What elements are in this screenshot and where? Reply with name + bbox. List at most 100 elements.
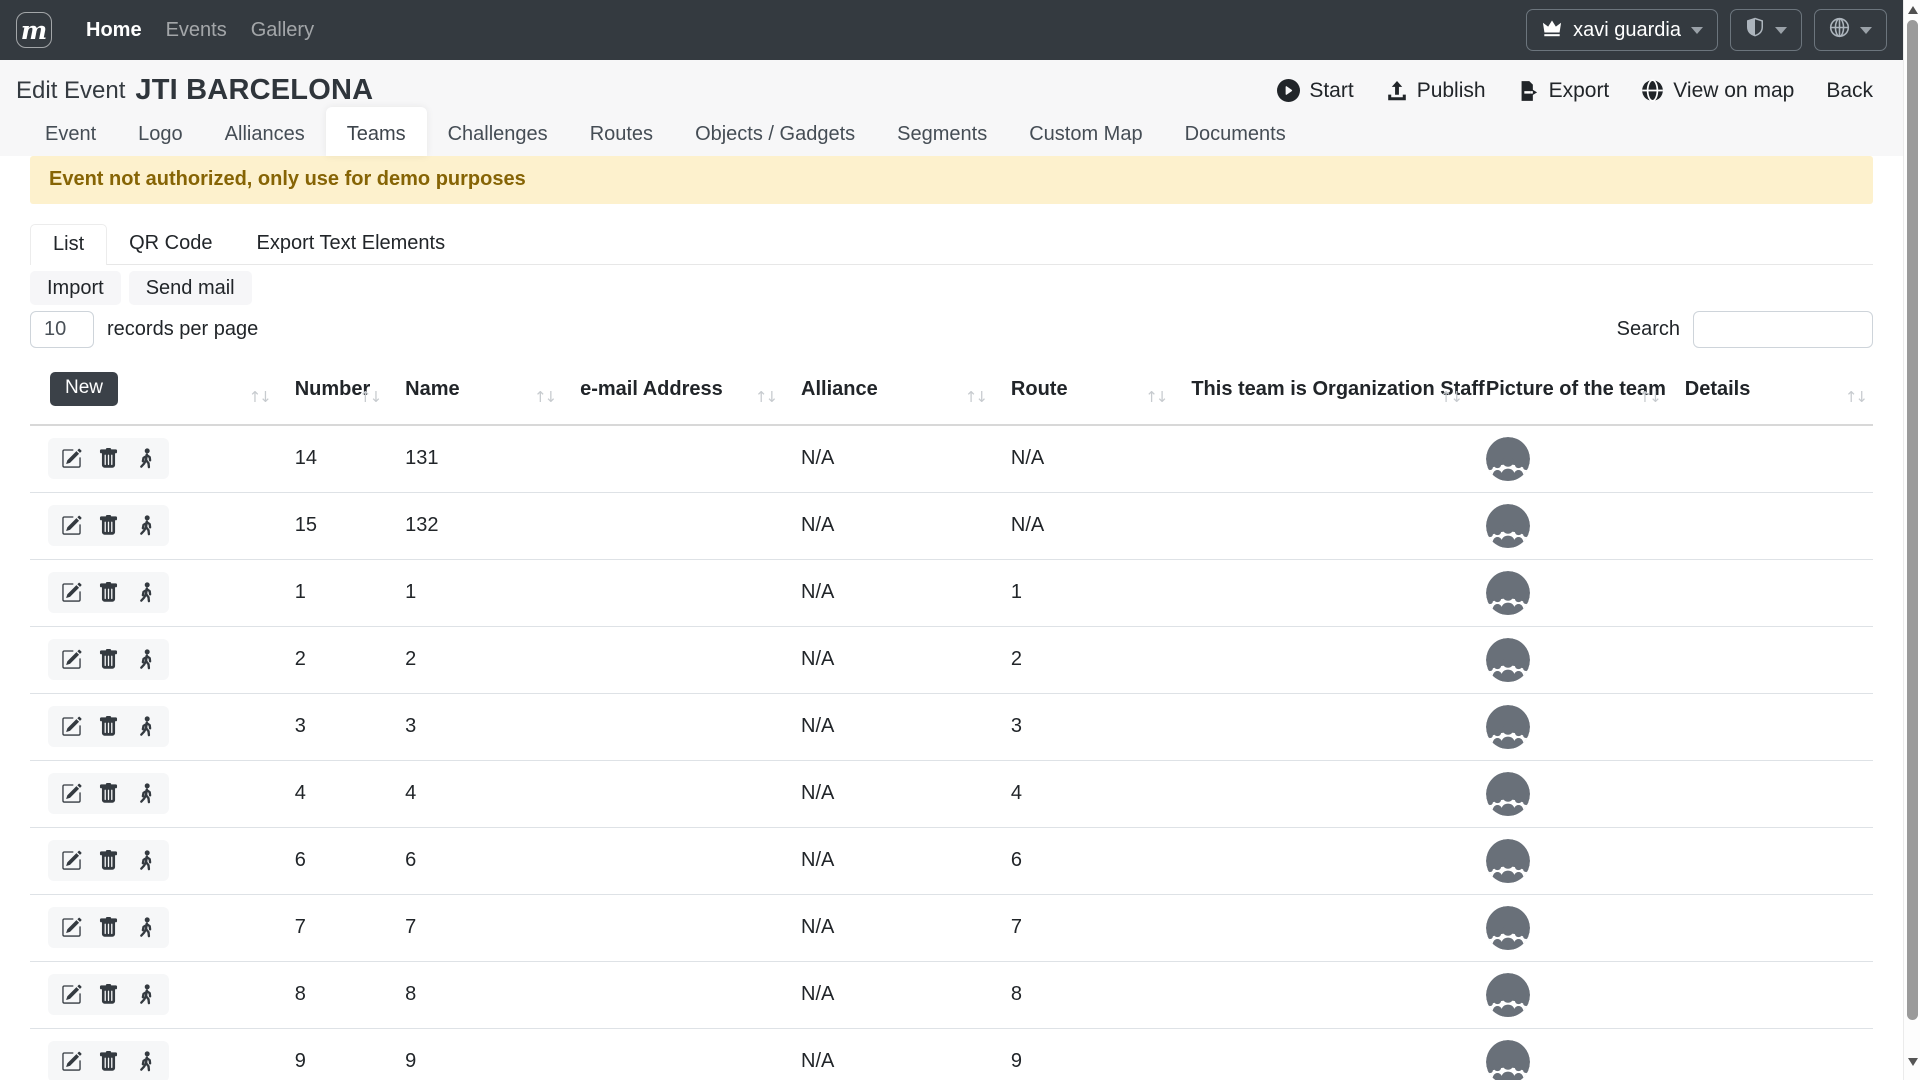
teams-subtab[interactable]: Export Text Elements <box>235 224 468 264</box>
view-on-map-button[interactable]: View on map <box>1641 79 1794 103</box>
delete-team-button[interactable] <box>98 582 119 603</box>
sort-icon[interactable]: ↑↓ <box>1845 388 1866 406</box>
publish-button[interactable]: Publish <box>1386 79 1486 103</box>
team-avatar[interactable] <box>1486 504 1659 548</box>
column-header-name[interactable]: Name↑↓ <box>387 358 562 425</box>
delete-team-button[interactable] <box>98 1051 119 1072</box>
sort-icon[interactable]: ↑↓ <box>1145 388 1166 406</box>
vertical-scrollbar[interactable] <box>1903 0 1920 1080</box>
track-team-button[interactable] <box>135 582 156 603</box>
column-header-number[interactable]: Number↑↓ <box>277 358 387 425</box>
column-header-route[interactable]: Route↑↓ <box>993 358 1173 425</box>
delete-team-button[interactable] <box>98 984 119 1005</box>
person-walking-icon <box>135 649 156 670</box>
team-avatar[interactable] <box>1486 705 1659 749</box>
delete-team-button[interactable] <box>98 783 119 804</box>
trash-icon <box>98 716 119 737</box>
sort-icon[interactable]: ↑↓ <box>359 388 380 406</box>
edit-team-button[interactable] <box>61 850 82 871</box>
teams-subtab[interactable]: List <box>30 224 107 265</box>
search-input[interactable] <box>1693 311 1873 348</box>
track-team-button[interactable] <box>135 515 156 536</box>
edit-team-button[interactable] <box>61 515 82 536</box>
team-avatar[interactable] <box>1486 906 1659 950</box>
edit-team-button[interactable] <box>61 917 82 938</box>
edit-team-button[interactable] <box>61 984 82 1005</box>
column-header-org-staff[interactable]: This team is Organization Staff↑↓ <box>1173 358 1468 425</box>
sort-icon[interactable]: ↑↓ <box>755 388 776 406</box>
track-team-button[interactable] <box>135 448 156 469</box>
event-tab[interactable]: Segments <box>876 114 1008 156</box>
cell-number: 4 <box>277 760 387 827</box>
column-header-details[interactable]: Details↑↓ <box>1667 358 1873 425</box>
event-tab[interactable]: Objects / Gadgets <box>674 114 876 156</box>
team-avatar[interactable] <box>1486 571 1659 615</box>
scroll-up-arrow-icon[interactable] <box>1908 6 1918 14</box>
column-header-alliance[interactable]: Alliance↑↓ <box>783 358 993 425</box>
track-team-button[interactable] <box>135 716 156 737</box>
app-logo[interactable]: m <box>16 12 52 48</box>
track-team-button[interactable] <box>135 1051 156 1072</box>
import-button[interactable]: Import <box>30 271 121 305</box>
nav-link-gallery[interactable]: Gallery <box>239 11 326 50</box>
event-tab[interactable]: Logo <box>117 114 204 156</box>
cell-alliance: N/A <box>783 693 993 760</box>
admin-menu-button[interactable] <box>1730 9 1802 51</box>
event-tab[interactable]: Teams <box>326 107 427 156</box>
team-avatar[interactable] <box>1486 839 1659 883</box>
scrollbar-thumb[interactable] <box>1907 20 1918 1020</box>
start-button[interactable]: Start <box>1277 79 1353 103</box>
delete-team-button[interactable] <box>98 515 119 536</box>
event-tab[interactable]: Documents <box>1164 114 1307 156</box>
records-per-page-input[interactable] <box>30 311 94 348</box>
edit-team-button[interactable] <box>61 716 82 737</box>
track-team-button[interactable] <box>135 649 156 670</box>
sort-icon[interactable]: ↑↓ <box>534 388 555 406</box>
column-header-actions[interactable]: New ↑↓ <box>30 358 277 425</box>
teams-subtab[interactable]: QR Code <box>107 224 234 264</box>
edit-team-button[interactable] <box>61 448 82 469</box>
sort-icon[interactable]: ↑↓ <box>965 388 986 406</box>
delete-team-button[interactable] <box>98 716 119 737</box>
scroll-down-arrow-icon[interactable] <box>1908 1058 1918 1066</box>
team-avatar[interactable] <box>1486 437 1659 481</box>
track-team-button[interactable] <box>135 917 156 938</box>
column-header-picture[interactable]: Picture of the team↑↓ <box>1468 358 1667 425</box>
edit-team-button[interactable] <box>61 649 82 670</box>
edit-team-button[interactable] <box>61 582 82 603</box>
back-button[interactable]: Back <box>1826 79 1873 103</box>
track-team-button[interactable] <box>135 850 156 871</box>
team-avatar[interactable] <box>1486 973 1659 1017</box>
column-header-email[interactable]: e-mail Address↑↓ <box>562 358 783 425</box>
user-menu-button[interactable]: xavi guardia <box>1526 9 1718 51</box>
send-mail-button[interactable]: Send mail <box>129 271 252 305</box>
sort-icon[interactable]: ↑↓ <box>1440 388 1461 406</box>
team-avatar[interactable] <box>1486 638 1659 682</box>
edit-team-button[interactable] <box>61 783 82 804</box>
language-menu-button[interactable] <box>1814 9 1887 51</box>
delete-team-button[interactable] <box>98 917 119 938</box>
nav-link-home[interactable]: Home <box>74 11 154 50</box>
demo-warning-text: Event not authorized, only use for demo … <box>49 168 526 190</box>
team-avatar[interactable] <box>1486 772 1659 816</box>
new-team-button[interactable]: New <box>50 372 118 406</box>
export-button[interactable]: Export <box>1518 79 1610 103</box>
event-tab[interactable]: Routes <box>569 114 674 156</box>
track-team-button[interactable] <box>135 984 156 1005</box>
cell-picture <box>1468 492 1667 559</box>
event-tab[interactable]: Custom Map <box>1008 114 1163 156</box>
cell-email <box>562 1028 783 1080</box>
event-tab[interactable]: Alliances <box>204 114 326 156</box>
nav-link-events[interactable]: Events <box>154 11 239 50</box>
event-tab[interactable]: Challenges <box>427 114 569 156</box>
delete-team-button[interactable] <box>98 649 119 670</box>
edit-team-button[interactable] <box>61 1051 82 1072</box>
delete-team-button[interactable] <box>98 850 119 871</box>
row-action-group <box>48 438 169 479</box>
track-team-button[interactable] <box>135 783 156 804</box>
event-tab[interactable]: Event <box>24 114 117 156</box>
delete-team-button[interactable] <box>98 448 119 469</box>
sort-icon[interactable]: ↑↓ <box>249 388 270 406</box>
team-avatar[interactable] <box>1486 1040 1659 1080</box>
sort-icon[interactable]: ↑↓ <box>1639 388 1660 406</box>
